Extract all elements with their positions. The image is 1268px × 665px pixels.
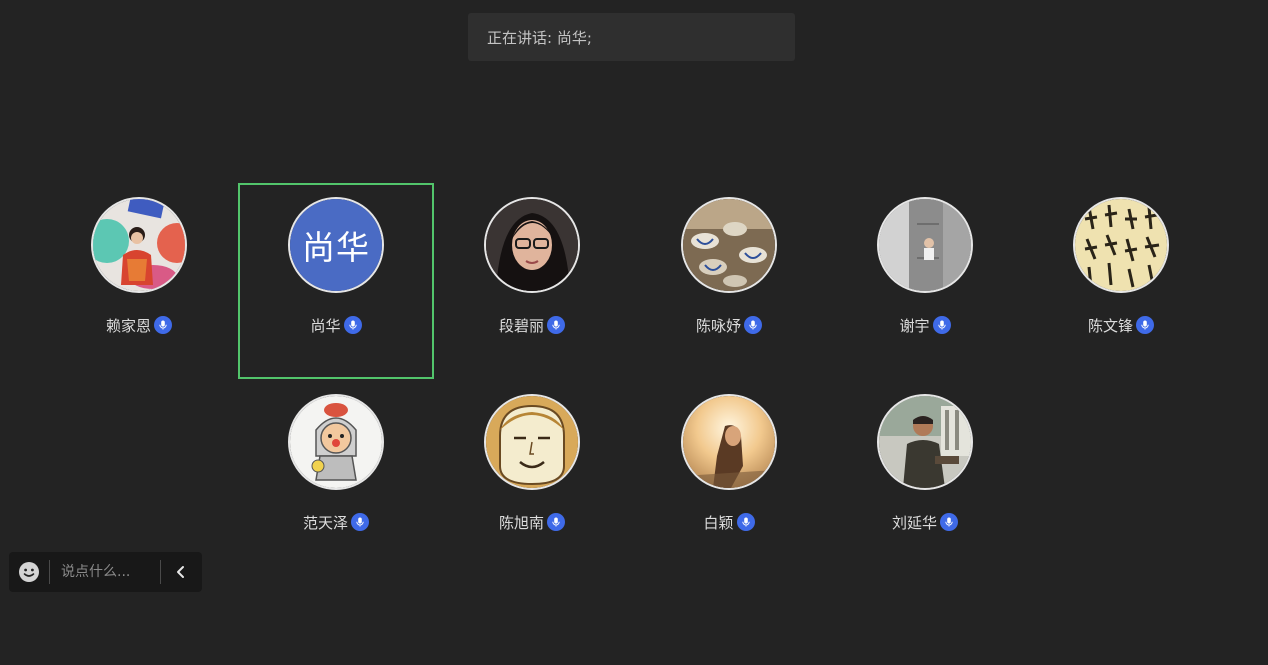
- avatar: [877, 394, 973, 490]
- avatar: [484, 197, 580, 293]
- avatar-initials: 尚华: [290, 199, 382, 291]
- participant-name: 陈旭南: [498, 513, 544, 532]
- participant-tile-chenxunan[interactable]: 陈旭南: [434, 380, 630, 576]
- avatar: [681, 394, 777, 490]
- avatar: [91, 197, 187, 293]
- participant-tile-xieyu[interactable]: 谢宇: [827, 183, 1023, 379]
- participant-name: 陈文锋: [1087, 316, 1133, 335]
- participant-name: 尚华: [310, 316, 341, 335]
- microphone-icon[interactable]: [351, 513, 369, 531]
- speaking-indicator: 正在讲话: 尚华;: [468, 13, 795, 61]
- participant-name: 刘延华: [891, 513, 937, 532]
- avatar: [1073, 197, 1169, 293]
- smiley-icon[interactable]: [9, 552, 49, 592]
- microphone-icon[interactable]: [154, 316, 172, 334]
- chat-input[interactable]: [50, 552, 160, 592]
- microphone-icon[interactable]: [343, 316, 362, 334]
- participant-tile-baiying[interactable]: 白颖: [631, 380, 827, 576]
- participant-name: 范天泽: [302, 513, 348, 532]
- chat-bar: [9, 552, 202, 592]
- participant-tile-fantianze[interactable]: 范天泽: [238, 380, 434, 576]
- chevron-left-icon[interactable]: [161, 552, 201, 592]
- microphone-icon[interactable]: [547, 513, 565, 531]
- microphone-icon[interactable]: [736, 513, 755, 531]
- participant-tile-shanghua[interactable]: 尚华 尚华: [238, 183, 434, 379]
- microphone-icon[interactable]: [1136, 316, 1154, 334]
- avatar: [681, 197, 777, 293]
- participant-name: 赖家恩: [105, 316, 151, 335]
- participant-tile-chenwenfeng[interactable]: 陈文锋: [1023, 183, 1219, 379]
- avatar: [288, 394, 384, 490]
- participant-name: 陈咏妤: [695, 316, 741, 335]
- participant-name: 段碧丽: [498, 316, 544, 335]
- microphone-icon[interactable]: [932, 316, 951, 334]
- speaking-text: 正在讲话: 尚华;: [487, 28, 592, 47]
- participant-tile-liuyanhua[interactable]: 刘延华: [827, 380, 1023, 576]
- microphone-icon[interactable]: [940, 513, 958, 531]
- microphone-icon[interactable]: [744, 316, 762, 334]
- participant-tile-duanbili[interactable]: 段碧丽: [434, 183, 630, 379]
- participant-tile-chenyongyu[interactable]: 陈咏妤: [631, 183, 827, 379]
- avatar: [484, 394, 580, 490]
- participant-name: 白颖: [703, 513, 734, 532]
- microphone-icon[interactable]: [547, 316, 565, 334]
- participant-name: 谢宇: [899, 316, 930, 335]
- participant-tile-laijiaen[interactable]: 赖家恩: [41, 183, 237, 379]
- avatar: [877, 197, 973, 293]
- avatar: 尚华: [288, 197, 384, 293]
